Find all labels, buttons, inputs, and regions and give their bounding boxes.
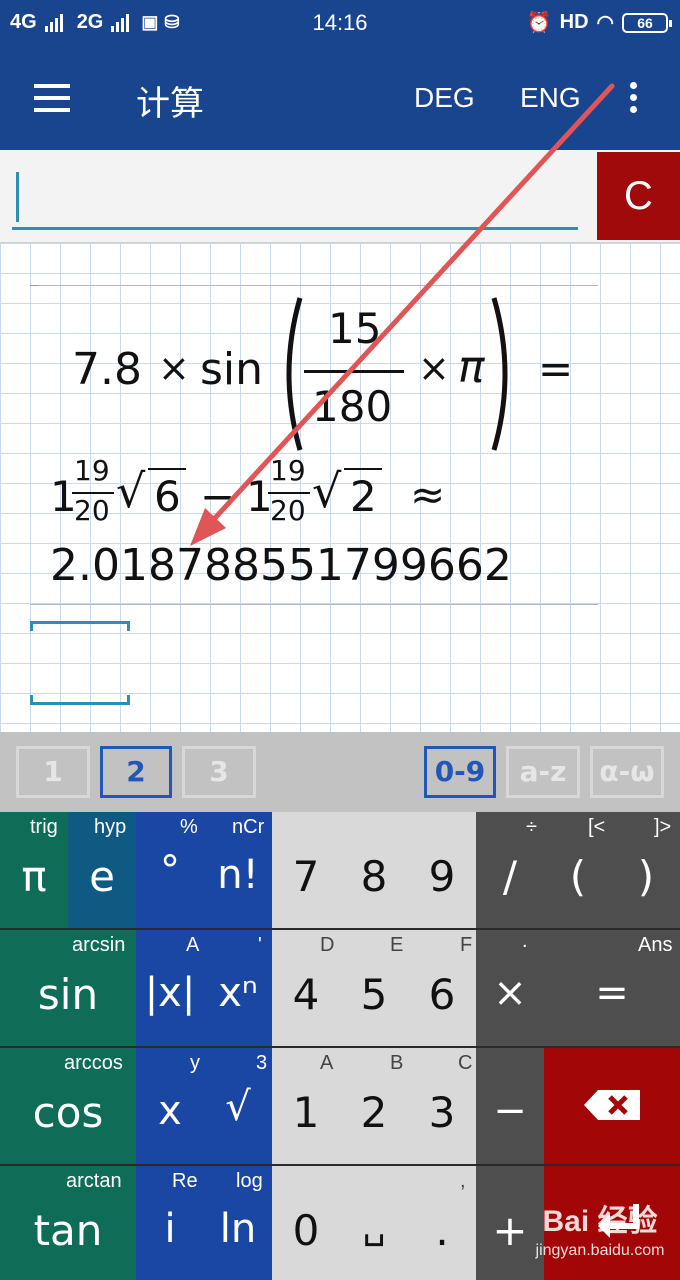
wifi-icon: ◠ [596, 12, 614, 34]
tab-page-2[interactable]: 2 [100, 746, 172, 798]
key-sin[interactable]: arcsin sin [0, 930, 136, 1046]
mixed2-denominator: 20 [270, 494, 306, 527]
key-sqrt[interactable]: 3 √ [204, 1048, 272, 1164]
key-power[interactable]: ' xⁿ [204, 930, 272, 1046]
mixed1-numerator: 19 [74, 454, 110, 487]
key-space[interactable]: ␣ [340, 1166, 408, 1280]
watermark: Bai 经验 jingyan.baidu.com [520, 1196, 680, 1260]
radicand-1: 6 [154, 472, 181, 521]
result-area: 7.8 × sin 15 180 × π = 1 19 20 √ 6 − 1 1… [0, 242, 680, 732]
key-equals[interactable]: Ans = [544, 930, 680, 1046]
radical-bar-1 [148, 468, 186, 470]
key-minus[interactable]: − [476, 1048, 544, 1164]
key-dot[interactable]: , . [408, 1166, 476, 1280]
key-backspace[interactable] [544, 1048, 680, 1164]
result-card[interactable]: 7.8 × sin 15 180 × π = 1 19 20 √ 6 − 1 1… [30, 285, 598, 605]
mixed2-whole: 1 [246, 472, 273, 521]
empty-input-placeholder[interactable] [30, 621, 130, 705]
key-9[interactable]: 9 [408, 812, 476, 928]
fraction-bar [304, 370, 404, 373]
row-separator [0, 1164, 680, 1166]
eng-toggle[interactable]: ENG [520, 82, 581, 114]
text-cursor [16, 172, 19, 222]
tab-page-1[interactable]: 1 [16, 746, 90, 798]
key-factorial[interactable]: nCr n! [204, 812, 272, 928]
more-options-icon[interactable] [630, 82, 644, 118]
tab-digits[interactable]: 0-9 [424, 746, 496, 798]
left-paren [286, 297, 303, 451]
pi-symbol: π [458, 342, 485, 393]
key-8[interactable]: 8 [340, 812, 408, 928]
key-right-paren[interactable]: ]> ) [612, 812, 680, 928]
key-multiply[interactable]: . × [476, 930, 544, 1046]
mixed2-numerator: 19 [270, 454, 306, 487]
radical-bar-2 [344, 468, 382, 470]
key-3[interactable]: C 3 [408, 1048, 476, 1164]
key-tan[interactable]: arctan tan [0, 1166, 136, 1280]
key-x[interactable]: y x [136, 1048, 204, 1164]
tab-latin[interactable]: a-z [506, 746, 580, 798]
key-5[interactable]: E 5 [340, 930, 408, 1046]
app-bar: 计算 DEG ENG [0, 46, 680, 150]
key-4[interactable]: D 4 [272, 930, 340, 1046]
key-i[interactable]: Re i [136, 1166, 204, 1280]
tab-page-3[interactable]: 3 [182, 746, 256, 798]
key-0[interactable]: 0 [272, 1166, 340, 1280]
key-1[interactable]: A 1 [272, 1048, 340, 1164]
alarm-icon: ⏰ [526, 12, 552, 34]
key-abs[interactable]: A |x| [136, 930, 204, 1046]
key-degree[interactable]: % ° [136, 812, 204, 928]
mixed1-denominator: 20 [74, 494, 110, 527]
key-left-paren[interactable]: [< ( [544, 812, 612, 928]
watermark-url: jingyan.baidu.com [535, 1242, 665, 1259]
key-cos[interactable]: arccos cos [0, 1048, 136, 1164]
key-6[interactable]: F 6 [408, 930, 476, 1046]
backspace-icon [584, 1090, 640, 1120]
page-title: 计算 [136, 84, 204, 124]
key-2[interactable]: B 2 [340, 1048, 408, 1164]
sqrt-symbol: √ [116, 464, 146, 518]
right-paren [491, 297, 508, 451]
key-7[interactable]: 7 [272, 812, 340, 928]
status-bar: 4G 2G ▣ ⛁ 14:16 ⏰ HD ◠ 66 [0, 0, 680, 46]
watermark-brand: Bai 经验 [542, 1205, 658, 1238]
deg-toggle[interactable]: DEG [414, 82, 475, 114]
menu-icon[interactable] [34, 84, 70, 112]
coefficient: 7.8 [72, 344, 142, 395]
approx-sign: ≈ [410, 470, 446, 519]
clear-button[interactable]: C [597, 152, 680, 240]
input-row: C [0, 150, 680, 242]
times-sign-2: × [418, 346, 450, 390]
keyboard-tabs: 1 2 3 0-9 a-z α-ω [0, 732, 680, 812]
decimal-result: 2.018788551799662 [50, 540, 512, 591]
radicand-2: 2 [350, 472, 377, 521]
battery-icon: 66 [622, 12, 672, 33]
equals-sign: = [538, 344, 574, 393]
minus-sign: − [200, 472, 236, 521]
fraction-denominator: 180 [312, 382, 393, 431]
row-separator [0, 928, 680, 930]
key-pi[interactable]: trig π [0, 812, 68, 928]
fraction-numerator: 15 [328, 304, 382, 353]
mixed1-whole: 1 [50, 472, 77, 521]
key-ln[interactable]: log ln [204, 1166, 272, 1280]
times-sign: × [158, 346, 190, 390]
sin-function: sin [200, 344, 264, 395]
hd-label: HD [559, 11, 589, 33]
key-e[interactable]: hyp e [68, 812, 136, 928]
expression-input[interactable] [12, 164, 578, 230]
sqrt-symbol-2: √ [312, 464, 342, 518]
tab-greek[interactable]: α-ω [590, 746, 664, 798]
key-divide[interactable]: ÷ / [476, 812, 544, 928]
row-separator [0, 1046, 680, 1048]
